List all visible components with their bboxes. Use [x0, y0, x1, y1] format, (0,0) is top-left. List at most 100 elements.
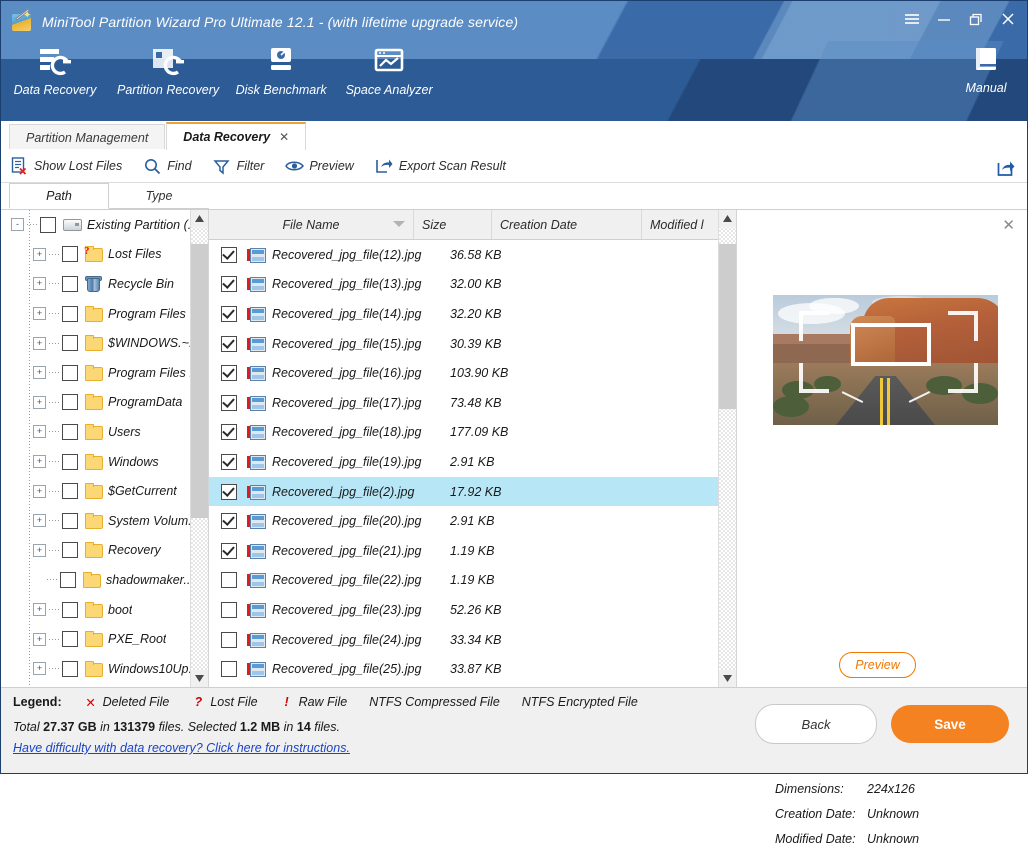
tab-data-recovery[interactable]: Data Recovery ✕ — [166, 122, 307, 150]
tree-node[interactable]: + Windows10Up... — [1, 654, 208, 684]
tree-node[interactable]: + Windows — [1, 447, 208, 477]
expand-icon[interactable]: + — [33, 632, 46, 646]
subtab-type[interactable]: Type — [109, 183, 209, 209]
tree-node-checkbox[interactable] — [62, 305, 78, 322]
file-row-checkbox[interactable] — [221, 453, 237, 470]
expand-icon[interactable]: + — [33, 395, 46, 409]
file-list-pane[interactable]: File Name Size Creation Date Modified l … — [209, 210, 737, 687]
table-row[interactable]: Recovered_jpg_file(12).jpg 36.58 KB — [209, 240, 736, 270]
expand-icon[interactable]: + — [33, 543, 46, 557]
save-button[interactable]: Save — [891, 705, 1009, 743]
share-export-icon[interactable] — [995, 156, 1017, 178]
expand-icon[interactable]: + — [33, 277, 46, 291]
tree-node-checkbox[interactable] — [62, 423, 78, 440]
minimize-icon[interactable] — [929, 7, 959, 31]
expand-icon[interactable]: + — [33, 662, 46, 676]
tab-partition-management[interactable]: Partition Management — [9, 124, 166, 150]
tool-data-recovery[interactable]: Data Recovery — [1, 45, 109, 97]
scroll-down-icon[interactable] — [719, 670, 736, 687]
column-header-modified-date[interactable]: Modified l — [642, 210, 720, 239]
tree-node[interactable]: + Recovery — [1, 536, 208, 566]
tab-close-icon[interactable]: ✕ — [279, 130, 289, 144]
table-row[interactable]: Recovered_jpg_file(2).jpg 17.92 KB — [209, 476, 736, 507]
tree-node[interactable]: + System Volum... — [1, 506, 208, 536]
scroll-up-icon[interactable] — [191, 210, 208, 227]
tree-node-checkbox[interactable] — [62, 601, 78, 618]
file-row-checkbox[interactable] — [221, 335, 237, 352]
file-row-checkbox[interactable] — [221, 276, 237, 293]
file-row-checkbox[interactable] — [221, 365, 237, 382]
table-row[interactable]: Recovered_jpg_file(18).jpg 177.09 KB — [209, 418, 736, 448]
tree-node[interactable]: + PXE_Root — [1, 624, 208, 654]
expand-icon[interactable]: + — [33, 336, 46, 350]
file-row-checkbox[interactable] — [221, 631, 237, 648]
expand-icon[interactable]: + — [33, 425, 46, 439]
tree-node-checkbox[interactable] — [60, 571, 76, 588]
tree-node-checkbox[interactable] — [62, 542, 78, 559]
list-scroll-thumb[interactable] — [719, 244, 736, 409]
tree-node-checkbox[interactable] — [62, 512, 78, 529]
file-row-checkbox[interactable] — [221, 305, 237, 322]
file-row-checkbox[interactable] — [221, 572, 237, 589]
action-find[interactable]: Find — [142, 156, 192, 176]
scroll-down-icon[interactable] — [191, 670, 208, 687]
action-preview[interactable]: Preview — [284, 156, 354, 176]
tree-scrollbar[interactable] — [190, 210, 208, 687]
table-row[interactable]: Recovered_jpg_file(20).jpg 2.91 KB — [209, 506, 736, 536]
table-row[interactable]: Recovered_jpg_file(25).jpg 33.87 KB — [209, 654, 736, 684]
tree-node[interactable]: + Program Files — [1, 299, 208, 329]
action-filter[interactable]: Filter — [212, 156, 264, 176]
file-row-checkbox[interactable] — [221, 246, 237, 263]
table-row[interactable]: Recovered_jpg_file(17).jpg 73.48 KB — [209, 388, 736, 418]
tree-node-checkbox[interactable] — [62, 275, 78, 292]
tree-node-checkbox[interactable] — [62, 483, 78, 500]
tree-node[interactable]: + Program Files ... — [1, 358, 208, 388]
tree-node[interactable]: + ProgramData — [1, 388, 208, 418]
help-link[interactable]: Have difficulty with data recovery? Clic… — [1, 734, 350, 755]
expand-icon[interactable]: + — [33, 603, 46, 617]
expand-icon[interactable]: + — [33, 247, 46, 261]
column-header-size[interactable]: Size — [414, 210, 492, 239]
tree-node-checkbox[interactable] — [62, 246, 78, 263]
expand-icon[interactable]: + — [33, 484, 46, 498]
tree-node[interactable]: + Users — [1, 417, 208, 447]
close-icon[interactable] — [993, 7, 1023, 31]
tool-space-analyzer[interactable]: Space Analyzer — [335, 45, 443, 97]
action-show-lost-files[interactable]: Show Lost Files — [9, 156, 122, 176]
file-row-checkbox[interactable] — [221, 394, 237, 411]
table-row[interactable]: Recovered_jpg_file(24).jpg 33.34 KB — [209, 625, 736, 655]
tree-node[interactable]: shadowmaker... — [1, 565, 208, 595]
tree-node[interactable]: + Recycle Bin — [1, 269, 208, 299]
preview-button[interactable]: Preview — [839, 652, 916, 678]
tree-scroll-thumb[interactable] — [191, 244, 208, 518]
collapse-icon[interactable]: - — [11, 218, 24, 232]
restore-icon[interactable] — [961, 7, 991, 31]
expand-icon[interactable]: + — [33, 307, 46, 321]
file-row-checkbox[interactable] — [221, 661, 237, 678]
expand-icon[interactable]: + — [33, 455, 46, 469]
tree-node[interactable]: +? Lost Files — [1, 240, 208, 270]
tree-node[interactable]: + $GetCurrent — [1, 476, 208, 506]
menu-icon[interactable] — [897, 7, 927, 31]
scroll-up-icon[interactable] — [719, 210, 736, 227]
tree-node-checkbox[interactable] — [62, 364, 78, 381]
tree-node-checkbox[interactable] — [62, 394, 78, 411]
table-row[interactable]: Recovered_jpg_file(19).jpg 2.91 KB — [209, 447, 736, 477]
directory-tree[interactable]: - Existing Partition (... +? Lost Files + Rec… — [1, 210, 209, 687]
file-row-checkbox[interactable] — [221, 513, 237, 530]
manual-button[interactable]: Manual — [953, 45, 1019, 95]
expand-icon[interactable]: + — [33, 514, 46, 528]
tree-node-checkbox[interactable] — [40, 216, 56, 233]
table-row[interactable]: Recovered_jpg_file(15).jpg 30.39 KB — [209, 329, 736, 359]
tree-node-checkbox[interactable] — [62, 453, 78, 470]
tree-node-checkbox[interactable] — [62, 631, 78, 648]
expand-icon[interactable]: + — [33, 366, 46, 380]
column-header-file-name[interactable]: File Name — [209, 210, 414, 239]
file-row-checkbox[interactable] — [221, 601, 237, 618]
column-header-creation-date[interactable]: Creation Date — [492, 210, 642, 239]
file-row-checkbox[interactable] — [221, 483, 237, 500]
file-list-scrollbar[interactable] — [718, 210, 736, 687]
tree-node-checkbox[interactable] — [62, 660, 78, 677]
back-button[interactable]: Back — [755, 704, 877, 744]
file-row-checkbox[interactable] — [221, 542, 237, 559]
